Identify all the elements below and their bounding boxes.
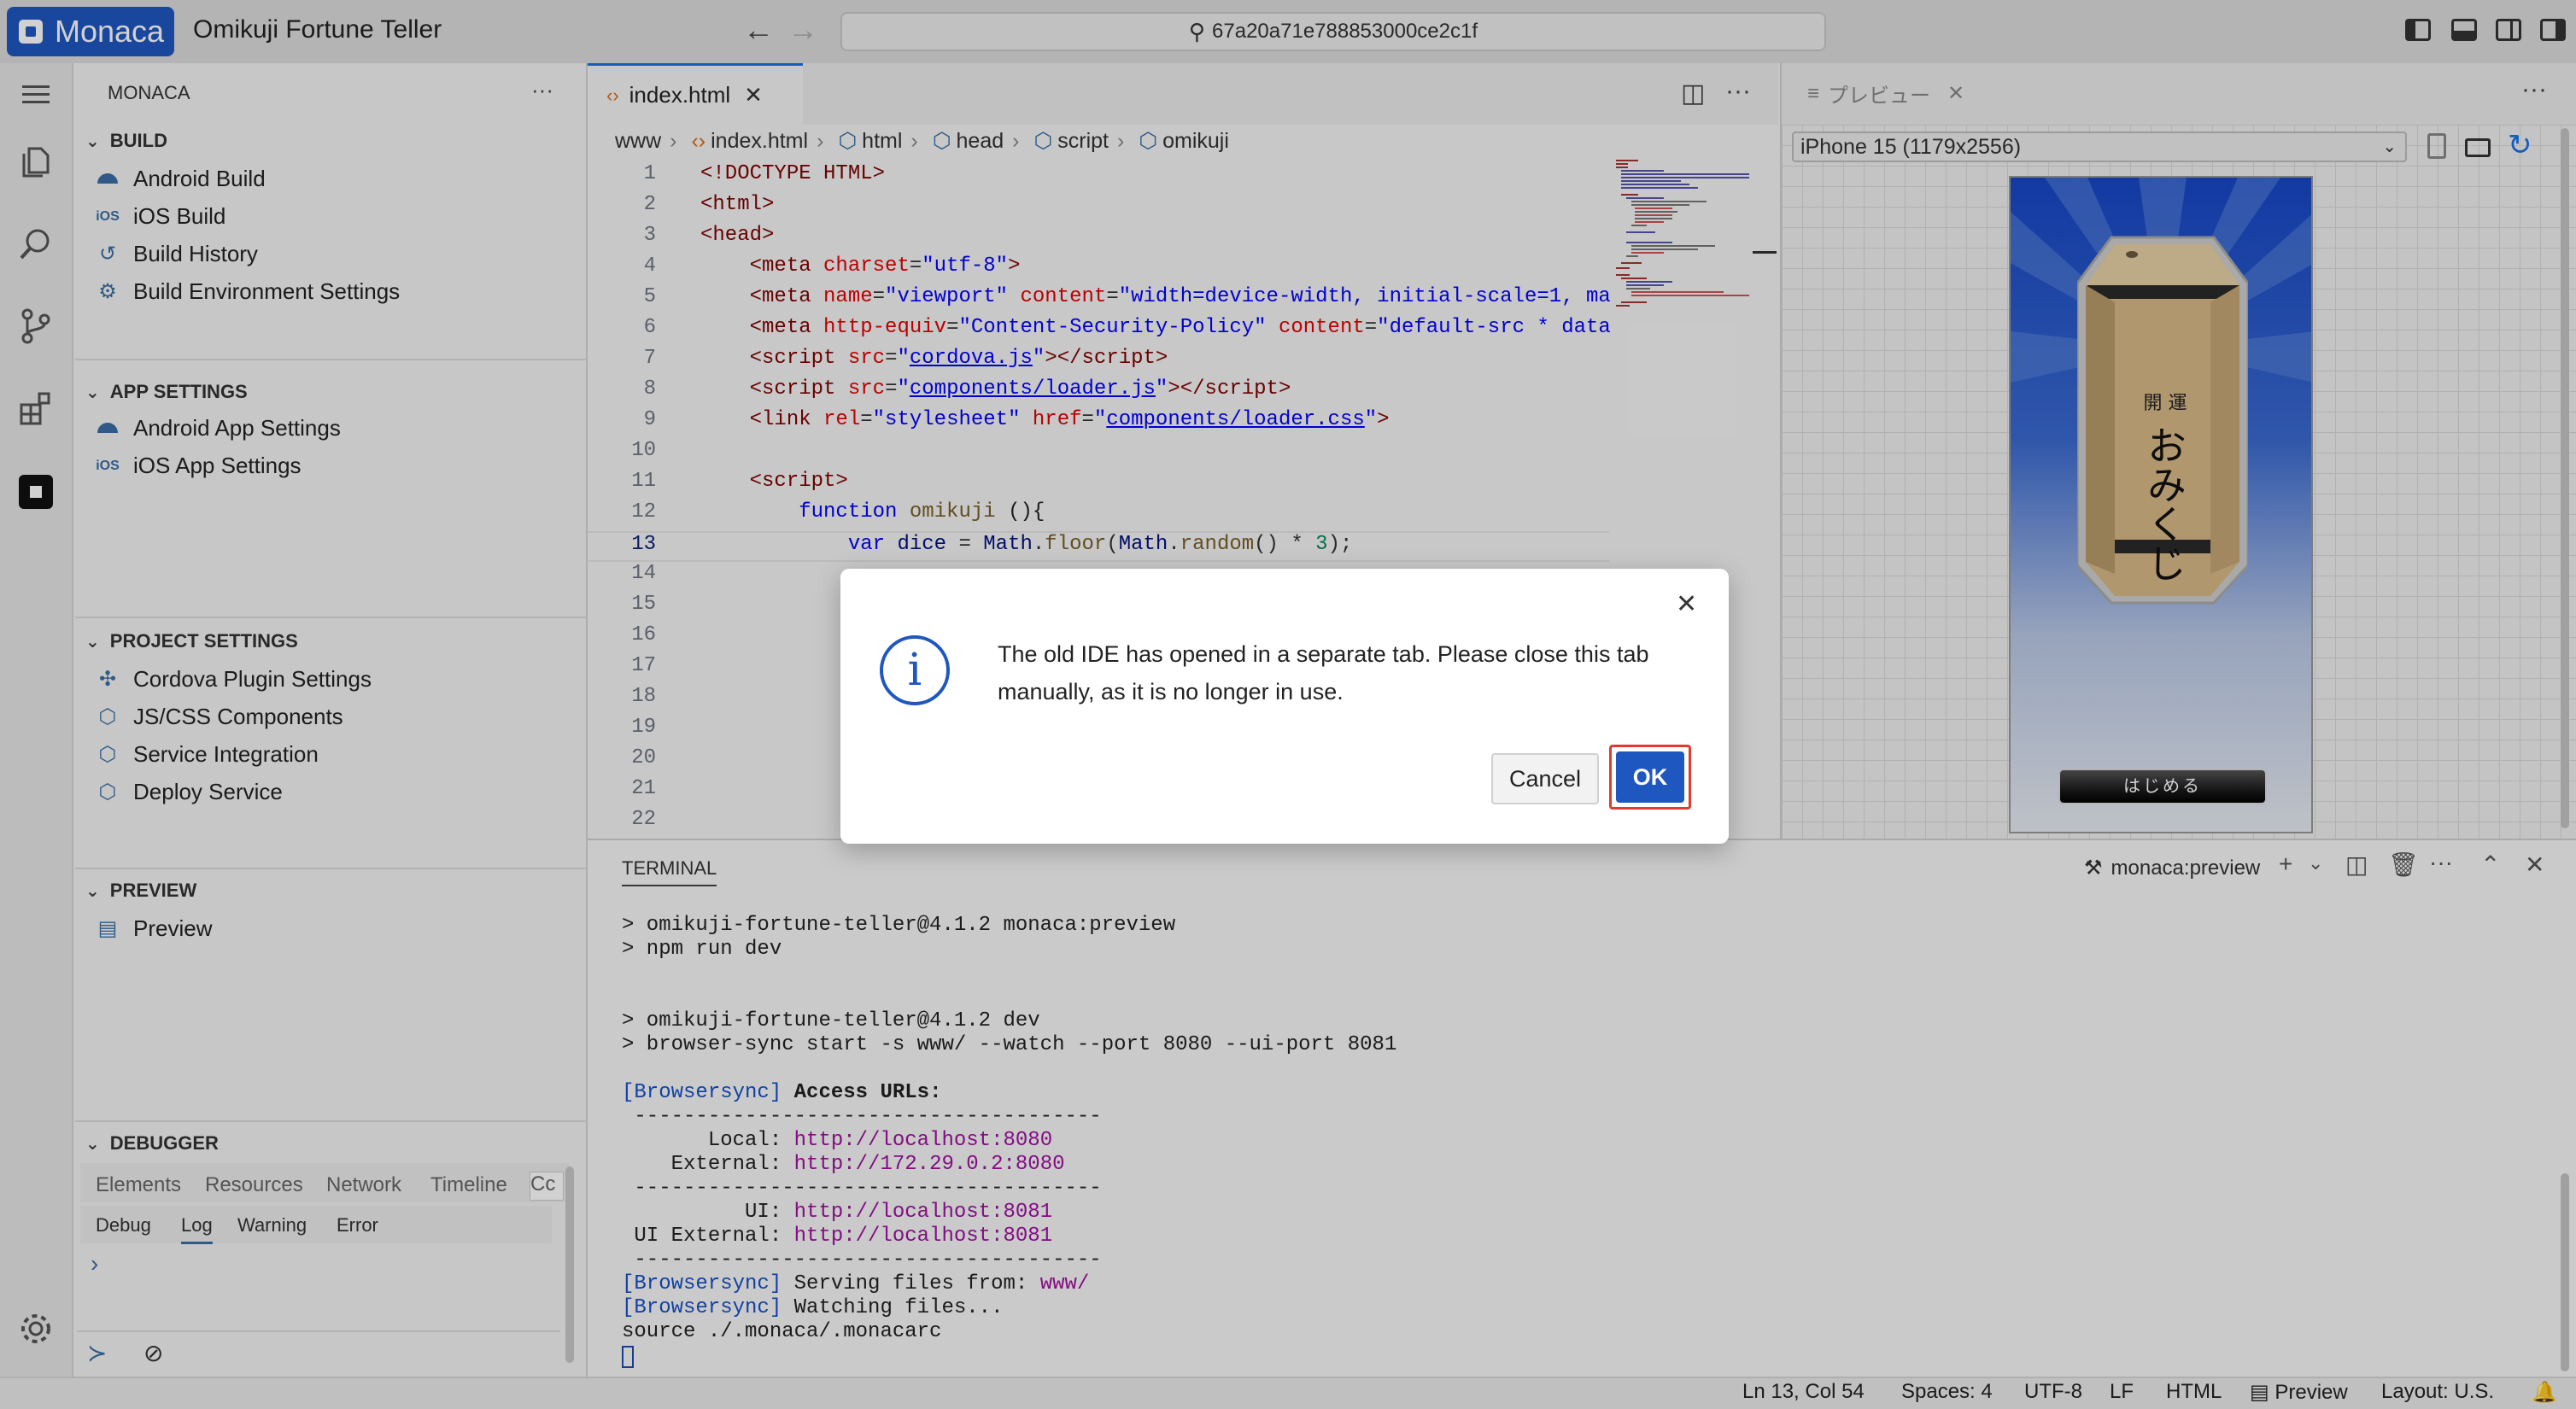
info-icon: i [880, 635, 950, 705]
close-icon[interactable]: ✕ [1676, 589, 1697, 619]
dialog-message: The old IDE has opened in a separate tab… [998, 641, 1649, 704]
cancel-button[interactable]: Cancel [1491, 753, 1599, 804]
ok-button[interactable]: OK [1616, 751, 1684, 803]
